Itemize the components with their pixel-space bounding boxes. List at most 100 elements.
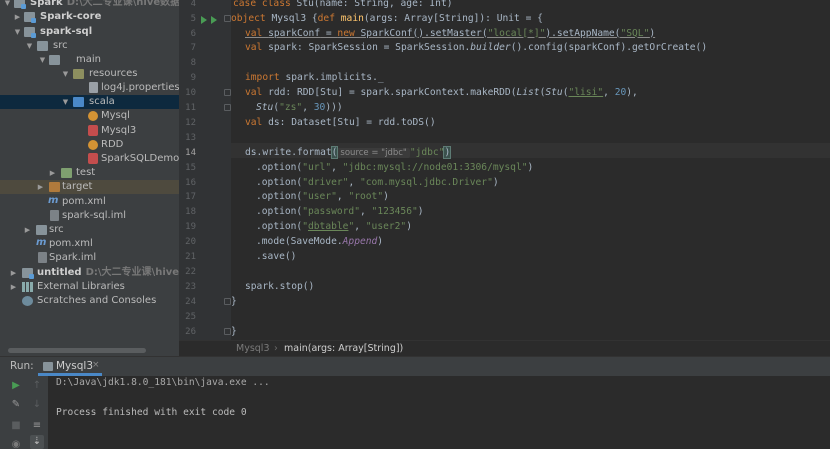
tree-item-label: spark-sql bbox=[40, 25, 93, 37]
library-icon bbox=[22, 281, 33, 292]
chevron-down-icon[interactable]: ▼ bbox=[13, 25, 22, 39]
scala-object-icon bbox=[88, 139, 98, 150]
tree-item-spark-core[interactable]: ▶ Spark-core bbox=[0, 10, 179, 24]
tree-item-label: spark-sql.iml bbox=[62, 209, 127, 221]
tree-item-src[interactable]: ▼ src bbox=[0, 39, 179, 53]
code-line-11: Stu("zs", 30))) bbox=[256, 102, 343, 113]
fold-icon[interactable] bbox=[224, 297, 231, 305]
chevron-right-icon[interactable]: ▶ bbox=[9, 280, 18, 294]
tree-item-label: scala bbox=[89, 96, 115, 108]
tree-item-spark-iml[interactable]: Spark.iml bbox=[0, 251, 179, 265]
fold-icon[interactable] bbox=[224, 14, 231, 22]
chevron-right-icon[interactable]: ▶ bbox=[48, 166, 57, 180]
line-number: 24 bbox=[185, 296, 196, 307]
console-output[interactable]: D:\Java\jdk1.8.0_181\bin\java.exe ... Pr… bbox=[48, 376, 830, 449]
tree-item-label: log4j.properties bbox=[101, 82, 179, 93]
tree-item-untitled[interactable]: ▶ untitledD:\大二专业课\hive数据仓库 bbox=[0, 266, 179, 280]
tree-item-spark-sql[interactable]: ▼ spark-sql bbox=[0, 25, 179, 39]
code-line-17: .option("user", "root") bbox=[256, 191, 389, 203]
chevron-right-icon[interactable]: ▶ bbox=[36, 180, 45, 194]
tree-item-src-root[interactable]: ▶ src bbox=[0, 223, 179, 237]
run-icon[interactable] bbox=[201, 15, 207, 24]
line-number: 25 bbox=[185, 311, 196, 322]
run-label: Run: bbox=[10, 360, 34, 372]
scratches-icon bbox=[22, 296, 33, 306]
code-line-18: .option("password", "123456") bbox=[256, 206, 424, 218]
folder-icon bbox=[61, 168, 72, 179]
line-number: 7 bbox=[190, 43, 196, 54]
tree-item-mysql3[interactable]: Mysql3 bbox=[0, 124, 179, 138]
soft-wrap-icon[interactable]: ≡ bbox=[30, 419, 44, 433]
horizontal-scrollbar[interactable] bbox=[8, 348, 146, 353]
fold-icon[interactable] bbox=[224, 89, 231, 97]
tree-item-label: pom.xml bbox=[49, 238, 93, 250]
tree-item-spark[interactable]: ▼ SparkD:\大二专业课\hive数据仓库\ bbox=[0, 0, 179, 10]
run-icon[interactable] bbox=[211, 15, 217, 24]
tree-item-spark-sql-iml[interactable]: spark-sql.iml bbox=[0, 209, 179, 223]
line-number: 17 bbox=[185, 192, 196, 203]
tree-item-label: Mysql bbox=[101, 110, 130, 122]
breadcrumb-item-method[interactable]: main(args: Array[String]) bbox=[284, 341, 403, 356]
code-line-9: import spark.implicits._ bbox=[245, 72, 384, 84]
run-tab-mysql3[interactable]: Mysql3 × bbox=[38, 357, 102, 376]
scala-object-icon bbox=[88, 111, 98, 122]
chevron-down-icon[interactable]: ▼ bbox=[3, 0, 12, 10]
fold-icon[interactable] bbox=[224, 327, 231, 335]
chevron-right-icon[interactable]: ▶ bbox=[9, 266, 18, 280]
camera-icon[interactable]: ◉ bbox=[9, 438, 23, 449]
tree-item-rdd[interactable]: RDD bbox=[0, 138, 179, 152]
tree-item-label: Scratches and Consoles bbox=[37, 295, 157, 306]
stop-icon[interactable]: ■ bbox=[9, 419, 23, 433]
code-line-14: ds.write.format(source = "jdbc" "jdbc") bbox=[245, 145, 452, 159]
tree-item-scratches[interactable]: Scratches and Consoles bbox=[0, 294, 179, 308]
excluded-folder-icon bbox=[49, 182, 60, 193]
tree-item-label: untitledD:\大二专业课\hive数据仓库 bbox=[37, 266, 179, 280]
code-line-19: .option("dbtable", "user2") bbox=[256, 221, 412, 233]
tree-item-resources[interactable]: ▼ resources bbox=[0, 67, 179, 81]
run-toolbar: ▶ ↑ ✎ ↓ ■ ≡ ◉ ⇣ bbox=[0, 376, 48, 449]
tree-item-target[interactable]: ▶ target bbox=[0, 180, 179, 195]
iml-file-icon bbox=[38, 252, 47, 264]
chevron-right-icon[interactable]: ▶ bbox=[13, 10, 22, 24]
chevron-down-icon[interactable]: ▼ bbox=[25, 39, 34, 53]
tree-item-log4j-properties[interactable]: log4j.properties bbox=[0, 81, 179, 95]
tree-item-test[interactable]: ▶ test bbox=[0, 166, 179, 180]
tree-item-main[interactable]: ▼ main bbox=[0, 53, 179, 67]
arrow-down-icon[interactable]: ↓ bbox=[30, 398, 44, 412]
line-number: 10 bbox=[185, 88, 196, 99]
arrow-up-icon[interactable]: ↑ bbox=[30, 379, 44, 393]
run-toolwindow-header: Run: Mysql3 × bbox=[0, 356, 830, 376]
tree-item-label: test bbox=[76, 167, 96, 179]
breadcrumb-item-class[interactable]: Mysql3 bbox=[236, 341, 269, 356]
console-line: D:\Java\jdk1.8.0_181\bin\java.exe ... bbox=[56, 377, 270, 388]
tree-item-sparksqldemo[interactable]: SparkSQLDemo bbox=[0, 152, 179, 166]
code-line-5: object Mysql3 {def main(args: Array[Stri… bbox=[231, 12, 543, 24]
chevron-down-icon[interactable]: ▼ bbox=[38, 53, 47, 67]
tree-item-scala[interactable]: ▼ scala bbox=[0, 95, 179, 110]
code-line-26: } bbox=[231, 325, 237, 337]
tree-item-pom-xml[interactable]: m pom.xml bbox=[0, 195, 179, 209]
line-number: 14 bbox=[185, 147, 196, 158]
project-tree[interactable]: ▼ SparkD:\大二专业课\hive数据仓库\ ▶ Spark-core ▼… bbox=[0, 0, 179, 356]
wrench-icon[interactable]: ✎ bbox=[9, 398, 23, 412]
scala-file-icon bbox=[88, 153, 98, 164]
line-number: 5 bbox=[190, 13, 196, 24]
module-folder-icon bbox=[14, 0, 26, 9]
tree-item-label: main bbox=[76, 53, 101, 65]
chevron-down-icon[interactable]: ▼ bbox=[61, 95, 70, 109]
chevron-right-icon[interactable]: ▶ bbox=[23, 223, 32, 237]
tree-item-pom-xml-root[interactable]: m pom.xml bbox=[0, 237, 179, 251]
resources-folder-icon bbox=[73, 68, 84, 79]
scroll-to-end-icon[interactable]: ⇣ bbox=[30, 435, 44, 449]
tree-item-mysql[interactable]: Mysql bbox=[0, 109, 179, 123]
code-editor[interactable]: case class Stu(name: String, age: Int) o… bbox=[231, 0, 830, 340]
close-icon[interactable]: × bbox=[92, 360, 100, 370]
tree-item-external-libraries[interactable]: ▶ External Libraries bbox=[0, 280, 179, 294]
tree-item-label: pom.xml bbox=[62, 195, 106, 207]
code-line-15: .option("url", "jdbc:mysql://node01:3306… bbox=[256, 161, 534, 173]
line-number: 21 bbox=[185, 252, 196, 262]
tree-item-label: SparkSQLDemo bbox=[101, 153, 179, 164]
chevron-down-icon[interactable]: ▼ bbox=[61, 67, 70, 81]
fold-icon[interactable] bbox=[224, 104, 231, 111]
rerun-icon[interactable]: ▶ bbox=[9, 379, 23, 393]
